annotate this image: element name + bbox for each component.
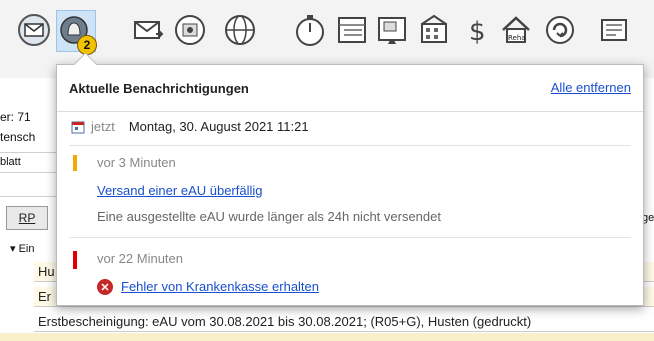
notifications-bell-icon[interactable]: 2 [56, 10, 97, 55]
error-indicator [73, 251, 77, 269]
blatt-label: blatt [0, 156, 21, 168]
notification-title-link[interactable]: Versand einer eAU überfällig [97, 183, 263, 198]
clear-all-link[interactable]: Alle entfernen [551, 80, 631, 95]
now-label: jetzt [91, 119, 115, 134]
warning-indicator [73, 155, 77, 171]
list-header[interactable]: ▾ Ein [10, 242, 34, 255]
card-icon[interactable] [584, 11, 644, 49]
rp-button[interactable]: RP [6, 206, 48, 230]
tensch-label: tensch [0, 130, 36, 144]
current-time-row: jetzt Montag, 30. August 2021 11:21 [71, 119, 309, 134]
divider [69, 237, 631, 238]
refresh-icon[interactable] [540, 11, 580, 49]
list-item[interactable]: Hu [38, 262, 55, 281]
notification-count-badge: 2 [77, 35, 97, 55]
notification-time: vor 3 Minuten [97, 155, 176, 170]
divider [0, 196, 56, 197]
envelope-icon[interactable] [128, 11, 168, 49]
popup-header: Aktuelle Benachrichtigungen Alle entfern… [57, 65, 643, 112]
building-icon[interactable] [414, 11, 454, 49]
svg-text:Reha: Reha [508, 34, 526, 42]
svg-text:$: $ [469, 17, 486, 47]
notification-time: vor 22 Minuten [97, 251, 183, 266]
dollar-icon[interactable]: $ [456, 11, 496, 49]
notifications-popup: Aktuelle Benachrichtigungen Alle entfern… [56, 52, 644, 306]
footer-strip [0, 333, 654, 341]
notification-description: Eine ausgestellte eAU wurde länger als 2… [97, 209, 441, 224]
calendar-icon[interactable] [332, 11, 372, 49]
reha-icon[interactable]: Reha [496, 11, 536, 49]
globe-icon[interactable] [220, 11, 260, 49]
stopwatch-icon[interactable] [290, 11, 330, 49]
current-date: Montag, 30. August 2021 11:21 [128, 119, 309, 134]
list-item[interactable]: Er [38, 287, 51, 306]
patient-number-label: er: 71 [0, 110, 31, 124]
calendar-small-icon [71, 121, 85, 133]
divider [69, 145, 631, 146]
popup-title: Aktuelle Benachrichtigungen [69, 81, 249, 96]
error-icon: ✕ [97, 279, 113, 295]
mail-icon[interactable] [14, 11, 54, 49]
list-item[interactable]: Erstbescheinigung: eAU vom 30.08.2021 bi… [38, 312, 531, 331]
divider [0, 172, 56, 173]
divider [0, 152, 56, 153]
notification-title-link[interactable]: Fehler von Krankenkasse erhalten [121, 279, 319, 294]
monitor-icon[interactable] [372, 11, 412, 49]
phone-book-icon[interactable] [170, 11, 210, 49]
